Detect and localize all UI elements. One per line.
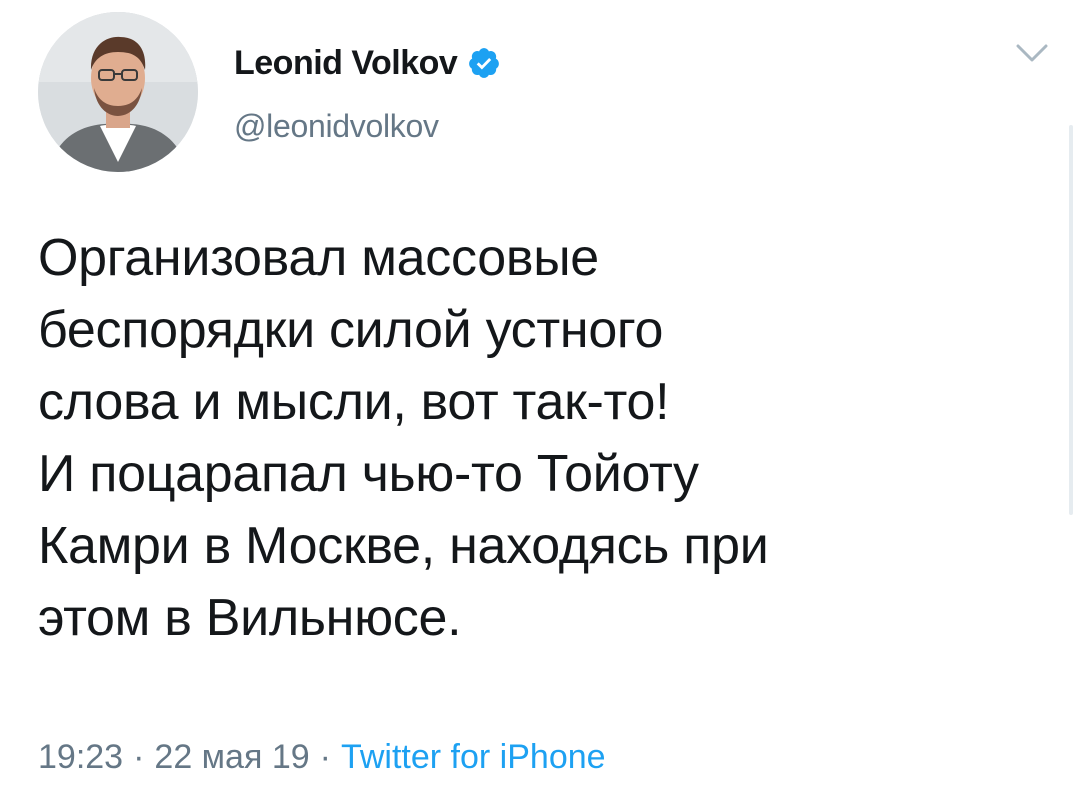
tweet-text-line: И поцарапал чью-то Тойоту bbox=[38, 445, 699, 503]
tweet-time[interactable]: 19:23 bbox=[38, 738, 123, 776]
meta-separator: · bbox=[133, 738, 145, 776]
tweet-text-line: этом в Вильнюсе. bbox=[38, 589, 462, 647]
tweet-card: Leonid Volkov @leonidvolkov Организовал … bbox=[0, 0, 1080, 810]
tweet-meta: 19:23 · 22 мая 19 · Twitter for iPhone bbox=[38, 738, 606, 777]
tweet-source-link[interactable]: Twitter for iPhone bbox=[341, 738, 606, 776]
display-name[interactable]: Leonid Volkov bbox=[234, 44, 458, 83]
tweet-text-line: Организовал массовые bbox=[38, 229, 599, 287]
avatar-photo bbox=[38, 12, 198, 172]
tweet-text-line: беспорядки силой устного bbox=[38, 301, 664, 359]
tweet-text-line: слова и мысли, вот так-то! bbox=[38, 373, 670, 431]
user-handle[interactable]: @leonidvolkov bbox=[234, 108, 439, 145]
tweet-text-line: Камри в Москве, находясь при bbox=[38, 517, 769, 575]
verified-badge-icon bbox=[467, 46, 501, 80]
tweet-date[interactable]: 22 мая 19 bbox=[154, 738, 309, 776]
chevron-down-icon[interactable] bbox=[1012, 38, 1052, 68]
tweet-text: Организовал массовые беспорядки силой ус… bbox=[38, 222, 1048, 654]
scrollbar[interactable] bbox=[1069, 125, 1073, 515]
user-header[interactable]: Leonid Volkov bbox=[234, 40, 501, 86]
meta-separator: · bbox=[319, 738, 331, 776]
avatar[interactable] bbox=[38, 12, 198, 172]
